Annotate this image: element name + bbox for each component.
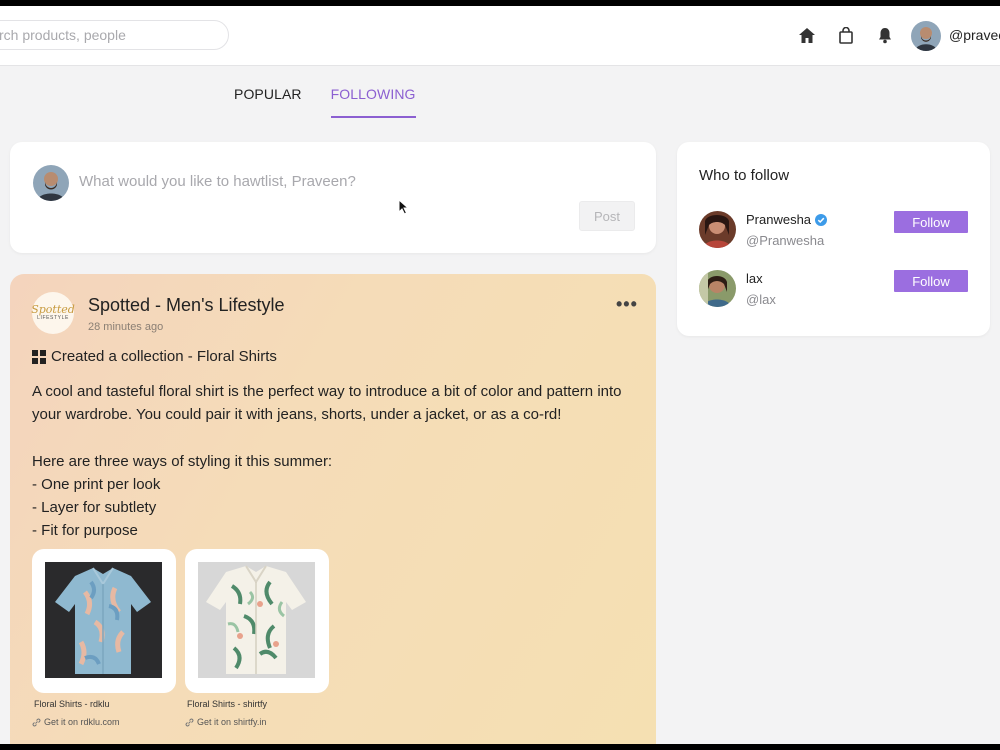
search-input[interactable]: rch products, people [0,20,229,50]
product-link[interactable]: Get it on rdklu.com [32,717,120,727]
suggestion-item: lax @lax Follow [699,270,979,310]
link-icon [185,718,194,726]
product-image [45,562,162,678]
product-link-label: Get it on shirtfy.in [197,717,267,727]
follow-button[interactable]: Follow [894,270,968,292]
grid-icon [32,349,46,364]
suggestion-name[interactable]: lax [746,271,763,286]
suggestion-name[interactable]: Pranwesha [746,212,811,227]
user-avatar[interactable] [911,21,941,51]
suggestion-item: Pranwesha @Pranwesha Follow [699,211,979,251]
more-icon[interactable]: ••• [616,294,638,315]
product-image [198,562,315,678]
post-composer: What would you like to hawtlist, Praveen… [10,142,656,253]
post-body: A cool and tasteful floral shirt is the … [32,383,622,540]
verified-icon [815,213,828,226]
suggestion-handle: @Pranwesha [746,233,825,248]
product-name[interactable]: Floral Shirts - shirtfy [187,699,267,709]
suggestion-avatar[interactable] [699,270,736,307]
product-link[interactable]: Get it on shirtfy.in [185,717,266,727]
brand-avatar[interactable]: Spotted LIFESTYLE [31,292,75,334]
product-card[interactable] [32,549,176,693]
top-navbar: rch products, people @pravee [0,6,1000,66]
suggestion-handle: @lax [746,292,776,307]
collection-label[interactable]: Created a collection - Floral Shirts [51,348,277,365]
composer-avatar [33,165,69,201]
search-placeholder: rch products, people [0,27,126,43]
home-icon[interactable] [797,25,817,45]
cursor-icon [398,198,410,220]
feed-tabs: POPULAR FOLLOWING [234,86,416,118]
product-link-label: Get it on rdklu.com [44,717,120,727]
bell-icon[interactable] [875,25,895,45]
brand-logo-subtext: LIFESTYLE [37,315,69,321]
who-to-follow-card: Who to follow Pranwesha @Pranwesha Follo… [677,142,990,336]
tab-following[interactable]: FOLLOWING [330,86,416,118]
composer-input[interactable]: What would you like to hawtlist, Praveen… [79,173,356,190]
product-name[interactable]: Floral Shirts - rdklu [34,699,110,709]
post-author[interactable]: Spotted - Men's Lifestyle [88,295,285,316]
suggestion-avatar[interactable] [699,211,736,248]
post-button[interactable]: Post [579,201,635,231]
link-icon [32,718,41,726]
collection-line: Created a collection - Floral Shirts [32,348,277,365]
tab-popular[interactable]: POPULAR [234,86,302,118]
post-timestamp: 28 minutes ago [88,321,164,333]
who-to-follow-title: Who to follow [699,167,790,184]
user-handle[interactable]: @pravee [949,27,1000,43]
feed-post-card: Spotted LIFESTYLE Spotted - Men's Lifest… [10,274,656,744]
app-screen: rch products, people @pravee POPULAR FOL… [0,6,1000,744]
brand-logo-text: Spotted [31,303,75,316]
product-card[interactable] [185,549,329,693]
shopping-bag-icon[interactable] [836,25,856,45]
follow-button[interactable]: Follow [894,211,968,233]
